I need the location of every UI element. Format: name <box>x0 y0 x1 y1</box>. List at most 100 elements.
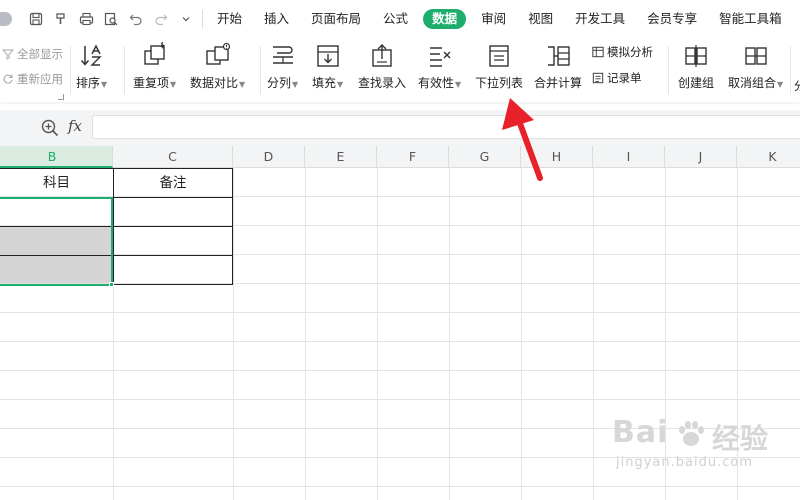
lookup-entry-icon <box>372 44 392 67</box>
watermark: Bai 经验 jingyan.baidu.com <box>612 415 792 495</box>
cell-c1[interactable]: 备注 <box>113 169 233 197</box>
sort-button[interactable]: 排序▼ <box>76 42 107 91</box>
column-gridline <box>449 168 450 500</box>
group-launcher-corner[interactable] <box>58 94 64 100</box>
duplicates-button[interactable]: 重复项▼ <box>133 42 176 91</box>
red-arrow-annotation <box>502 98 543 181</box>
simulate-analysis-button[interactable]: 模拟分析 <box>592 44 653 60</box>
column-header-d[interactable]: D <box>233 146 305 168</box>
formula-bar: fx <box>0 110 800 146</box>
ungroup-button[interactable]: 取消组合▼ <box>728 42 783 91</box>
zoom-icon[interactable] <box>40 118 60 138</box>
group-divider <box>70 46 71 94</box>
print-icon[interactable] <box>76 10 96 28</box>
reapply-button[interactable]: 重新应用 <box>2 71 63 87</box>
tab-view[interactable]: 视图 <box>517 9 564 29</box>
split-button[interactable]: 分列▼ <box>267 42 298 91</box>
fill-down-icon <box>316 45 339 67</box>
sort-label: 排序 <box>76 76 101 90</box>
column-gridline <box>521 168 522 500</box>
quick-access-toolbar <box>26 10 196 28</box>
watermark-logo-text: Bai <box>612 415 669 450</box>
group-divider <box>790 46 791 94</box>
show-all-button[interactable]: 全部显示 <box>2 46 63 62</box>
customize-chevron-icon[interactable] <box>176 10 196 28</box>
column-header-k[interactable]: K <box>737 146 800 168</box>
row-gridline <box>0 399 800 400</box>
lookup-entry-button[interactable]: 查找录入 <box>358 42 406 91</box>
ribbon-tabs: 开始 插入 页面布局 公式 数据 审阅 视图 开发工具 会员专享 智能工具箱 <box>206 9 793 29</box>
fill-dropdown-icon: ▼ <box>337 80 344 89</box>
cell-selection[interactable] <box>0 197 113 286</box>
column-header-f[interactable]: F <box>377 146 449 168</box>
ribbon-overflow-label: 分 <box>794 79 800 93</box>
duplicates-label: 重复项 <box>133 76 170 90</box>
tab-smart-toolbox[interactable]: 智能工具箱 <box>708 9 793 29</box>
undo-icon[interactable] <box>126 10 146 28</box>
tab-insert[interactable]: 插入 <box>253 9 300 29</box>
compare-dropdown-icon: ▼ <box>239 80 246 89</box>
lookup-entry-label: 查找录入 <box>358 76 407 90</box>
column-header-j[interactable]: J <box>665 146 737 168</box>
tab-page-layout[interactable]: 页面布局 <box>300 9 372 29</box>
tab-member[interactable]: 会员专享 <box>636 9 708 29</box>
merge-calc-button[interactable]: 合并计算 <box>534 42 582 91</box>
save-icon[interactable] <box>26 10 46 28</box>
ribbon-overflow-item[interactable]: 分 <box>794 78 800 94</box>
tab-data[interactable]: 数据 <box>423 9 467 29</box>
ungroup-dropdown-icon: ▼ <box>777 80 784 89</box>
cell-b1[interactable]: 科目 <box>0 169 113 197</box>
reapply-label: 重新应用 <box>17 72 63 86</box>
redo-icon[interactable] <box>151 10 171 28</box>
show-all-label: 全部显示 <box>17 47 63 61</box>
column-gridline <box>377 168 378 500</box>
record-form-label: 记录单 <box>607 71 642 85</box>
column-header-e[interactable]: E <box>305 146 377 168</box>
fill-handle[interactable] <box>109 282 114 287</box>
reapply-icon <box>2 73 14 85</box>
record-form-icon <box>592 72 604 84</box>
fill-label: 填充 <box>312 76 337 90</box>
column-header-c[interactable]: C <box>113 146 233 168</box>
column-header-b[interactable]: B <box>0 146 113 168</box>
validity-button[interactable]: 有效性▼ <box>418 42 461 91</box>
column-header-row: B C D E F G H I J K <box>0 146 800 168</box>
dropdown-list-button[interactable]: 下拉列表 <box>475 42 523 91</box>
tab-developer[interactable]: 开发工具 <box>564 9 636 29</box>
group-divider <box>124 46 125 94</box>
row-gridline <box>0 312 800 313</box>
compare-label: 数据对比 <box>190 76 239 90</box>
duplicates-dropdown-icon: ▼ <box>170 80 177 89</box>
paw-logo-icon <box>679 421 704 446</box>
split-columns-icon <box>272 46 293 64</box>
group-divider <box>260 46 261 94</box>
sort-icon <box>80 44 102 66</box>
tab-formulas[interactable]: 公式 <box>372 9 419 29</box>
simulate-analysis-label: 模拟分析 <box>607 45 653 59</box>
format-painter-icon[interactable] <box>51 10 71 28</box>
ungroup-label: 取消组合 <box>728 76 777 90</box>
compare-button[interactable]: 数据对比▼ <box>190 42 245 91</box>
create-group-button[interactable]: 创建组 <box>678 42 714 91</box>
split-dropdown-icon: ▼ <box>292 80 299 89</box>
column-gridline <box>305 168 306 500</box>
tab-review[interactable]: 审阅 <box>470 9 517 29</box>
validity-icon <box>429 47 451 67</box>
merge-calc-label: 合并计算 <box>534 76 583 90</box>
insert-function-button[interactable]: fx <box>68 117 82 135</box>
ungroup-icon <box>744 47 767 65</box>
compare-icon <box>205 42 230 65</box>
merge-calc-icon <box>548 46 570 66</box>
record-form-button[interactable]: 记录单 <box>592 70 642 86</box>
menu-bar: 开始 插入 页面布局 公式 数据 审阅 视图 开发工具 会员专享 智能工具箱 <box>0 0 800 38</box>
tab-home[interactable]: 开始 <box>206 9 253 29</box>
dropdown-list-icon <box>489 45 509 67</box>
print-preview-icon[interactable] <box>101 10 121 28</box>
group-divider <box>668 46 669 94</box>
fill-button[interactable]: 填充▼ <box>312 42 343 91</box>
filter-show-all-icon <box>2 48 14 60</box>
sort-dropdown-icon: ▼ <box>101 80 108 89</box>
formula-input[interactable] <box>92 115 800 139</box>
column-header-i[interactable]: I <box>593 146 665 168</box>
app-menu-pill[interactable] <box>0 12 12 26</box>
